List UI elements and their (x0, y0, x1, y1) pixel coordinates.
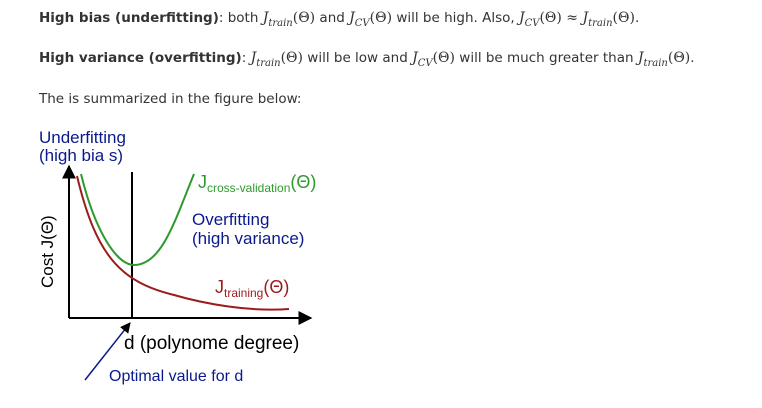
theta-arg: (Θ) (432, 50, 455, 66)
theta-arg: (Θ) (292, 10, 316, 26)
j-train-formula: Jtrain (582, 10, 613, 29)
bias-text-2: and (315, 10, 350, 26)
underfitting-label: Underfitting (39, 128, 126, 147)
approx-sign: ≈ (561, 10, 583, 26)
bias-text-1: : both (218, 10, 263, 26)
summary-paragraph: The is summarized in the figure below: (39, 91, 302, 107)
x-axis-label: d (polynome degree) (124, 333, 299, 354)
bias-variance-figure: Underfitting (high bia s) Cost J(Θ) Jcro… (38, 128, 316, 385)
optimal-value-label: Optimal value for d (109, 368, 243, 385)
j-cv-formula: JCV (412, 50, 433, 69)
cost-axis-label: Cost J(Θ) (38, 215, 57, 288)
variance-text-4: . (690, 50, 695, 66)
theta-arg: (Θ) (612, 10, 635, 26)
bias-heading: High bias (underfitting) (39, 10, 219, 26)
overfitting-label: Overfitting (192, 210, 269, 229)
j-train-formula: Jtrain (262, 10, 293, 29)
bias-text-4: . (634, 10, 640, 26)
theta-arg: (Θ) (667, 50, 691, 66)
j-train-formula: Jtrain (250, 50, 281, 69)
bias-text-3: will be high. Also, (392, 10, 519, 26)
variance-text-3: will be much greater than (454, 50, 638, 66)
j-cv-formula: JCV (349, 10, 370, 29)
bias-paragraph: High bias (underfitting): both Jtrain(Θ)… (39, 10, 639, 29)
j-train-formula: Jtrain (637, 50, 668, 69)
variance-paragraph: High variance (overfitting): Jtrain(Θ) w… (39, 50, 695, 69)
overfitting-sublabel: (high variance) (192, 229, 304, 248)
cv-curve-label: Jcross-validation(Θ) (198, 172, 316, 195)
variance-heading: High variance (overfitting) (39, 50, 242, 66)
underfitting-sublabel: (high bia s) (39, 146, 123, 165)
theta-arg: (Θ) (280, 50, 303, 66)
training-curve-label: Jtraining(Θ) (215, 277, 289, 300)
j-cv-formula: JCV (518, 10, 540, 29)
theta-arg: (Θ) (369, 10, 393, 26)
theta-arg: (Θ) (539, 10, 562, 26)
cv-curve (80, 173, 195, 267)
variance-text-2: will be low and (303, 50, 413, 66)
variance-text-1: : (241, 50, 251, 66)
